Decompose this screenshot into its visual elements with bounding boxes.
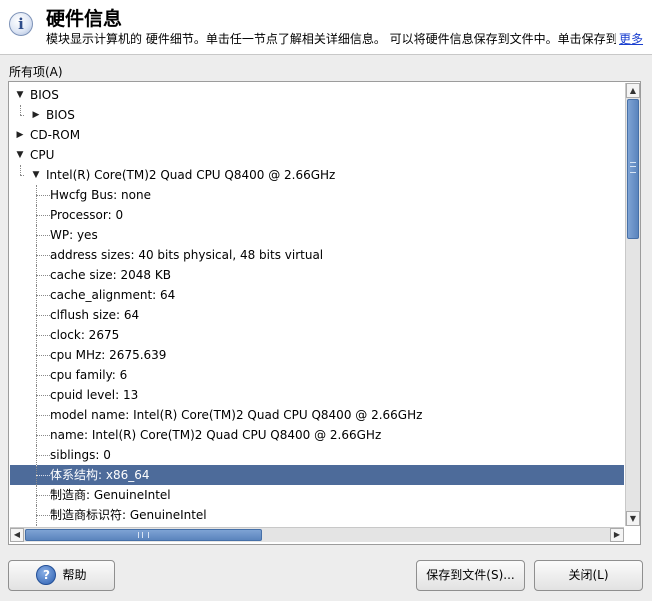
expanded-arrow-icon[interactable]: ▼ — [14, 85, 26, 105]
tree-row-label: model name: Intel(R) Core(TM)2 Quad CPU … — [50, 408, 423, 422]
tree-connector — [36, 255, 50, 256]
tree-leaf-row[interactable]: Hwcfg Bus: none — [10, 185, 624, 205]
tree-row-label: cache size: 2048 KB — [50, 268, 171, 282]
tree-connector — [36, 215, 50, 216]
tree-leaf-row[interactable]: 型号: Intel(R) Core(TM)2 Quad CPU Q8400 @ … — [10, 525, 624, 526]
tree-leaf-row[interactable]: 体系结构: x86_64 — [10, 465, 624, 485]
page-title: 硬件信息 — [46, 8, 123, 30]
page-description: 模块显示计算机的 硬件细节。单击任一节点了解相关详细信息。 可以将硬件信息保存到… — [46, 32, 616, 46]
tree-row-label: WP: yes — [50, 228, 98, 242]
tree-node-row[interactable]: ▼ CPU — [10, 145, 624, 165]
close-button-label: 关闭(L) — [568, 568, 609, 582]
hardware-tree[interactable]: ▼ BIOS ▶ BIOS ▶ CD-ROM ▼ CPU ▼ Intel(R) Core(TM)2… — [10, 83, 624, 526]
tree-connector — [36, 195, 50, 196]
tree-connector — [36, 475, 50, 476]
tree-leaf-row[interactable]: siblings: 0 — [10, 445, 624, 465]
tree-row-label: Processor: 0 — [50, 208, 124, 222]
tree-row-label: clock: 2675 — [50, 328, 120, 342]
tree-leaf-row[interactable]: cache size: 2048 KB — [10, 265, 624, 285]
tree-row-label: cpuid level: 13 — [50, 388, 139, 402]
tree-connector — [36, 375, 50, 376]
tree-connector — [36, 295, 50, 296]
tree-row-label: Hwcfg Bus: none — [50, 188, 151, 202]
tree-row-label: BIOS — [46, 108, 75, 122]
tree-connector — [36, 235, 50, 236]
tree-connector — [36, 275, 50, 276]
scroll-grip-icon — [630, 162, 636, 173]
tree-node-row[interactable]: ▼ Intel(R) Core(TM)2 Quad CPU Q8400 @ 2.6… — [10, 165, 624, 185]
close-button[interactable]: 关闭(L) — [534, 560, 643, 591]
expanded-arrow-icon[interactable]: ▼ — [14, 145, 26, 165]
scroll-left-arrow-icon[interactable]: ◀ — [10, 528, 24, 542]
vertical-scroll-thumb[interactable] — [627, 99, 639, 239]
tree-row-label: address sizes: 40 bits physical, 48 bits… — [50, 248, 324, 262]
tree-row-label: BIOS — [30, 88, 59, 102]
tree-connector — [36, 335, 50, 336]
horizontal-scroll-thumb[interactable] — [25, 529, 262, 541]
tree-connector — [36, 515, 50, 516]
header-banner: i 硬件信息 模块显示计算机的 硬件细节。单击任一节点了解相关详细信息。 可以将… — [0, 0, 652, 55]
hardware-tree-frame: ▼ BIOS ▶ BIOS ▶ CD-ROM ▼ CPU ▼ Intel(R) Core(TM)2… — [8, 81, 641, 545]
tree-connector — [36, 415, 50, 416]
tree-connector — [36, 315, 50, 316]
tree-leaf-row[interactable]: cache_alignment: 64 — [10, 285, 624, 305]
expanded-arrow-icon[interactable]: ▼ — [30, 165, 42, 185]
tree-leaf-row[interactable]: WP: yes — [10, 225, 624, 245]
tree-node-row[interactable]: ▼ BIOS — [10, 85, 624, 105]
tree-row-label: CPU — [30, 148, 55, 162]
scroll-grip-icon — [138, 532, 149, 538]
collapsed-arrow-icon[interactable]: ▶ — [14, 125, 26, 145]
tree-connector — [36, 395, 50, 396]
tree-leaf-row[interactable]: clock: 2675 — [10, 325, 624, 345]
tree-leaf-row[interactable]: clflush size: 64 — [10, 305, 624, 325]
vertical-scrollbar[interactable]: ▲ ▼ — [625, 83, 640, 526]
help-icon: ? — [36, 564, 57, 585]
scroll-up-arrow-icon[interactable]: ▲ — [626, 83, 640, 98]
tree-row-label: cache_alignment: 64 — [50, 288, 176, 302]
tree-connector — [36, 355, 50, 356]
tree-leaf-row[interactable]: cpu family: 6 — [10, 365, 624, 385]
tree-leaf-row[interactable]: cpu MHz: 2675.639 — [10, 345, 624, 365]
tree-row-label: 型号: Intel(R) Core(TM)2 Quad CPU Q8400 @ … — [50, 525, 371, 526]
tree-label: 所有项(A) — [9, 65, 63, 79]
tree-guide-line — [20, 165, 21, 175]
tree-row-label: cpu MHz: 2675.639 — [50, 348, 167, 362]
collapsed-arrow-icon[interactable]: ▶ — [30, 105, 42, 125]
tree-connector — [36, 435, 50, 436]
tree-leaf-row[interactable]: address sizes: 40 bits physical, 48 bits… — [10, 245, 624, 265]
tree-node-row[interactable]: ▶ BIOS — [10, 105, 624, 125]
tree-connector — [20, 105, 21, 115]
scroll-down-arrow-icon[interactable]: ▼ — [626, 511, 640, 526]
help-button-label: 帮助 — [62, 568, 87, 582]
tree-leaf-row[interactable]: model name: Intel(R) Core(TM)2 Quad CPU … — [10, 405, 624, 425]
tree-guide-line — [36, 185, 37, 526]
tree-connector — [36, 455, 50, 456]
tree-row-label: 制造商标识符: GenuineIntel — [50, 508, 207, 522]
tree-leaf-row[interactable]: 制造商标识符: GenuineIntel — [10, 505, 624, 525]
tree-row-label: 体系结构: x86_64 — [50, 468, 150, 482]
info-icon: i — [9, 12, 33, 36]
tree-row-label: Intel(R) Core(TM)2 Quad CPU Q8400 @ 2.66… — [46, 168, 336, 182]
tree-leaf-row[interactable]: cpuid level: 13 — [10, 385, 624, 405]
tree-node-row[interactable]: ▶ CD-ROM — [10, 125, 624, 145]
tree-row-label: siblings: 0 — [50, 448, 111, 462]
more-link[interactable]: 更多 — [619, 30, 643, 47]
tree-row-label: name: Intel(R) Core(TM)2 Quad CPU Q8400 … — [50, 428, 382, 442]
tree-leaf-row[interactable]: Processor: 0 — [10, 205, 624, 225]
tree-row-label: 制造商: GenuineIntel — [50, 488, 171, 502]
tree-leaf-row[interactable]: name: Intel(R) Core(TM)2 Quad CPU Q8400 … — [10, 425, 624, 445]
tree-connector — [36, 495, 50, 496]
tree-leaf-row[interactable]: 制造商: GenuineIntel — [10, 485, 624, 505]
tree-row-label: CD-ROM — [30, 128, 81, 142]
save-button-label: 保存到文件(S)... — [426, 568, 515, 582]
tree-row-label: clflush size: 64 — [50, 308, 140, 322]
tree-connector — [20, 115, 24, 116]
horizontal-scrollbar[interactable]: ◀ ▶ — [10, 527, 624, 542]
save-to-file-button[interactable]: 保存到文件(S)... — [416, 560, 525, 591]
scroll-right-arrow-icon[interactable]: ▶ — [610, 528, 624, 542]
help-button[interactable]: ? 帮助 — [8, 560, 115, 591]
tree-connector — [20, 175, 24, 176]
tree-row-label: cpu family: 6 — [50, 368, 128, 382]
